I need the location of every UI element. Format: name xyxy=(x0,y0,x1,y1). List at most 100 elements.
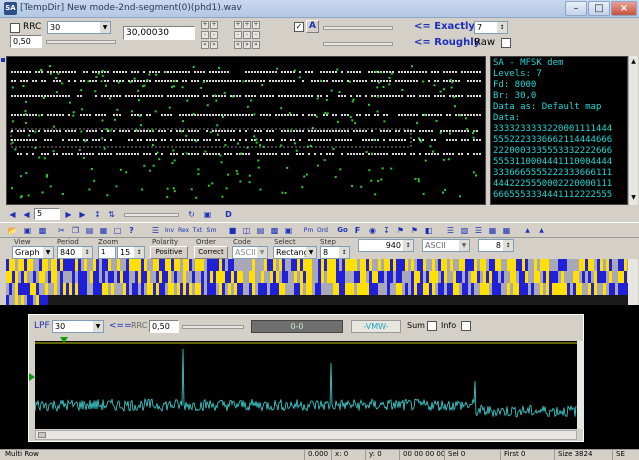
nav-slider[interactable] xyxy=(124,213,179,217)
close-button[interactable]: × xyxy=(611,1,637,16)
code-select[interactable]: ASCII ▼ xyxy=(232,246,268,259)
grid-view-icon[interactable]: ■ xyxy=(226,224,239,237)
tune-step-2[interactable]: » xyxy=(210,41,218,49)
coarse-step-1[interactable]: « xyxy=(234,41,242,49)
coarse-step-2[interactable]: » xyxy=(243,41,251,49)
bit-view[interactable] xyxy=(6,259,630,305)
select-mode[interactable]: Rectangle ▼ xyxy=(273,246,317,259)
copy-icon[interactable]: ❐ xyxy=(69,224,82,237)
coarse-up-3[interactable]: + xyxy=(252,21,260,29)
select-all-icon[interactable]: ▦ xyxy=(97,224,110,237)
lpf-select[interactable]: 30 ▼ xyxy=(52,320,104,333)
bits-spinner[interactable]: 8 ↕ xyxy=(478,239,514,252)
list-icon[interactable]: ☰ xyxy=(472,224,485,237)
next-page-icon[interactable]: ▶ xyxy=(62,208,75,221)
analyzer-rrc-slider[interactable] xyxy=(182,325,244,329)
info-checkbox[interactable] xyxy=(461,321,471,331)
tune-up-2[interactable]: + xyxy=(210,21,218,29)
help-icon[interactable]: ? xyxy=(125,224,138,237)
tune-up-1[interactable]: + xyxy=(201,21,209,29)
info-scrollbar[interactable]: ▲ ▼ xyxy=(628,56,638,205)
roughly-slider[interactable] xyxy=(323,42,393,46)
coarse-down-1[interactable]: - xyxy=(234,31,242,39)
sm-button[interactable]: Sm xyxy=(205,224,218,237)
rrc-sub-field[interactable]: 0,50 xyxy=(10,35,42,48)
hscroll-thumb[interactable] xyxy=(38,432,46,438)
lines-icon[interactable]: ☰ xyxy=(444,224,457,237)
exactly-slider[interactable] xyxy=(323,26,393,30)
minimize-button[interactable]: – xyxy=(565,1,587,16)
split-view-icon[interactable]: ◫ xyxy=(240,224,253,237)
go-button[interactable]: Go xyxy=(336,224,349,237)
cut-icon[interactable]: ✂ xyxy=(55,224,68,237)
mode-checkbox[interactable]: ✓ xyxy=(294,22,304,32)
scroll-down-icon[interactable]: ▼ xyxy=(630,194,637,202)
tune-step-1[interactable]: « xyxy=(201,41,209,49)
zoom-fit-icon[interactable]: ⇅ xyxy=(105,208,118,221)
center-value-field[interactable]: 30,00030 xyxy=(123,26,195,40)
open-icon[interactable]: 📂 xyxy=(6,224,19,237)
coarse-down-3[interactable]: - xyxy=(252,31,260,39)
sum-checkbox[interactable] xyxy=(427,321,437,331)
width-spinner[interactable]: 940 ↕ xyxy=(358,239,414,252)
encoding-select[interactable]: ASCII ▼ xyxy=(422,239,470,252)
paste-icon[interactable]: ▤ xyxy=(83,224,96,237)
frame-view-icon[interactable]: ▣ xyxy=(282,224,295,237)
grid-icon[interactable]: ▦ xyxy=(486,224,499,237)
last-page-icon[interactable]: ▶ xyxy=(76,208,89,221)
maximize-button[interactable]: □ xyxy=(588,1,610,16)
ord-button[interactable]: Ord xyxy=(316,224,329,237)
clear-icon[interactable]: □ xyxy=(111,224,124,237)
dot-plot[interactable] xyxy=(6,56,486,205)
rrc-checkbox[interactable] xyxy=(10,23,20,33)
tune-down-2[interactable]: - xyxy=(210,31,218,39)
f-button[interactable]: F xyxy=(351,224,364,237)
row-view-icon[interactable]: ▤ xyxy=(254,224,267,237)
export-right-icon[interactable]: ▲ xyxy=(535,224,548,237)
waveform-scrollbar[interactable] xyxy=(577,341,584,429)
bars-icon[interactable]: ▧ xyxy=(458,224,471,237)
levels-spinner[interactable]: 7 ↕ xyxy=(474,21,508,34)
txt-button[interactable]: Txt xyxy=(191,224,204,237)
inv-button[interactable]: Inv xyxy=(163,224,176,237)
col-view-icon[interactable]: ▩ xyxy=(268,224,281,237)
expand-icon[interactable]: ↕ xyxy=(91,208,104,221)
step-spinner[interactable]: 8 ↕ xyxy=(320,246,350,259)
polarity-button[interactable]: Positive xyxy=(150,246,188,259)
jump-icon[interactable]: ↧ xyxy=(380,224,393,237)
coarse-up-2[interactable]: + xyxy=(243,21,251,29)
coarse-step-3[interactable]: » xyxy=(252,41,260,49)
waveform-plot[interactable] xyxy=(34,341,577,429)
analyzer-rrc-field[interactable]: 0,50 xyxy=(149,320,179,333)
mode-a-button[interactable]: A xyxy=(306,20,319,33)
chart-icon[interactable]: ◧ xyxy=(422,224,435,237)
view-select[interactable]: Graph ▼ xyxy=(12,246,54,259)
coarse-up-1[interactable]: + xyxy=(234,21,242,29)
save-icon[interactable]: ▣ xyxy=(201,208,214,221)
period-spinner[interactable]: 840 ↕ xyxy=(57,246,93,259)
prev-page-icon[interactable]: ◀ xyxy=(20,208,33,221)
order-button[interactable]: Correct xyxy=(194,246,228,259)
tune-down-1[interactable]: - xyxy=(201,31,209,39)
top-marker-icon[interactable] xyxy=(60,337,68,343)
raw-checkbox[interactable] xyxy=(501,38,511,48)
first-page-icon[interactable]: ◀ xyxy=(6,208,19,221)
zoom-minus[interactable]: 1 xyxy=(98,246,116,259)
export-left-icon[interactable]: ▲ xyxy=(521,224,534,237)
pm-button[interactable]: Pm xyxy=(302,224,315,237)
decode-icon[interactable]: D xyxy=(222,208,235,221)
save-file-icon[interactable]: ▣ xyxy=(21,224,34,237)
zoom-spinner[interactable]: 15 ↕ xyxy=(117,246,145,259)
side-marker-icon[interactable] xyxy=(29,373,35,381)
marker-icon[interactable]: ⚑ xyxy=(394,224,407,237)
coarse-down-2[interactable]: - xyxy=(243,31,251,39)
vmw-button[interactable]: -VMW- xyxy=(351,320,401,333)
export-icon[interactable]: ▩ xyxy=(36,224,49,237)
page-field[interactable]: 5 xyxy=(34,208,60,220)
bookmark-icon[interactable]: ⚑ xyxy=(408,224,421,237)
rrc-slider[interactable] xyxy=(46,40,116,44)
filter-icon[interactable]: ☰ xyxy=(149,224,162,237)
rex-button[interactable]: Rex xyxy=(177,224,190,237)
bit-scrollbar[interactable] xyxy=(628,259,638,305)
refresh-icon[interactable]: ↻ xyxy=(185,208,198,221)
